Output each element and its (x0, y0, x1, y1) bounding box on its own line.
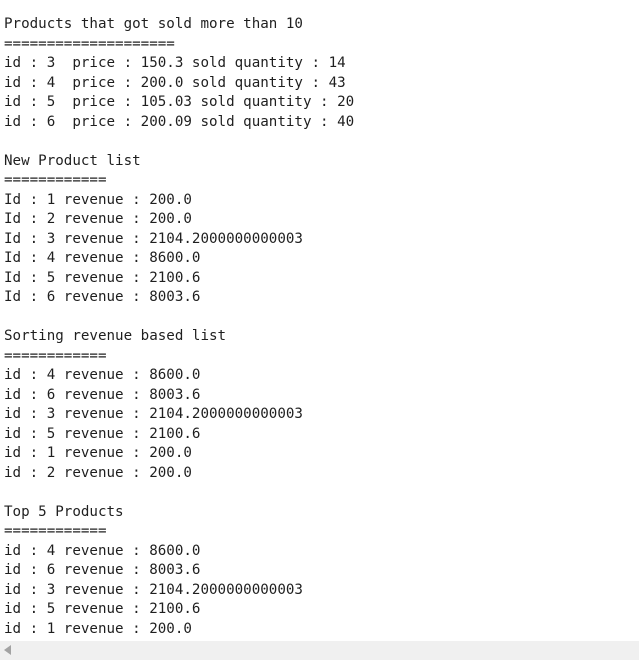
console-line: Top 5 Products (4, 503, 124, 520)
console-line: id : 4 revenue : 8600.0 (4, 367, 201, 383)
console-output: Products that got sold more than 10 =====… (4, 15, 634, 639)
console-line: id : 6 revenue : 8003.6 (4, 386, 201, 403)
console-line: id : 3 price : 150.3 sold quantity : 14 (4, 55, 346, 71)
console-line: Id : 6 revenue : 8003.6 (4, 289, 201, 305)
console-line: id : 5 price : 105.03 sold quantity : 20 (4, 94, 355, 110)
console-line: Id : 1 revenue : 200.0 (4, 191, 192, 208)
console-line: id : 1 revenue : 200.0 (4, 445, 192, 461)
console-line: Id : 4 revenue : 8600.0 (4, 250, 201, 266)
console-line: id : 5 revenue : 2100.6 (4, 601, 201, 617)
console-line: Id : 3 revenue : 2104.2000000000003 (4, 230, 303, 247)
console-line: ==================== (4, 35, 175, 52)
console-line: New Product list (4, 152, 141, 169)
horizontal-scrollbar[interactable] (0, 641, 639, 660)
console-line: Id : 5 revenue : 2100.6 (4, 269, 201, 286)
console-line: id : 4 revenue : 8600.0 (4, 542, 201, 559)
scroll-left-arrow-icon[interactable] (4, 645, 11, 655)
console-line: id : 6 price : 200.09 sold quantity : 40 (4, 113, 355, 130)
console-line: id : 3 revenue : 2104.2000000000003 (4, 406, 303, 422)
console-line: Id : 2 revenue : 200.0 (4, 211, 192, 227)
console-line: id : 5 revenue : 2100.6 (4, 425, 201, 442)
console-line: Products that got sold more than 10 (4, 16, 303, 32)
console-line: id : 1 revenue : 200.0 (4, 620, 192, 637)
console-line: id : 4 price : 200.0 sold quantity : 43 (4, 74, 346, 91)
console-line: ============ (4, 523, 107, 539)
console-line: Sorting revenue based list (4, 328, 227, 344)
console-line: id : 6 revenue : 8003.6 (4, 562, 201, 578)
console-line: ============ (4, 172, 107, 188)
console-line: id : 3 revenue : 2104.2000000000003 (4, 581, 303, 598)
console-line: id : 2 revenue : 200.0 (4, 464, 192, 481)
console-line: ============ (4, 347, 107, 364)
